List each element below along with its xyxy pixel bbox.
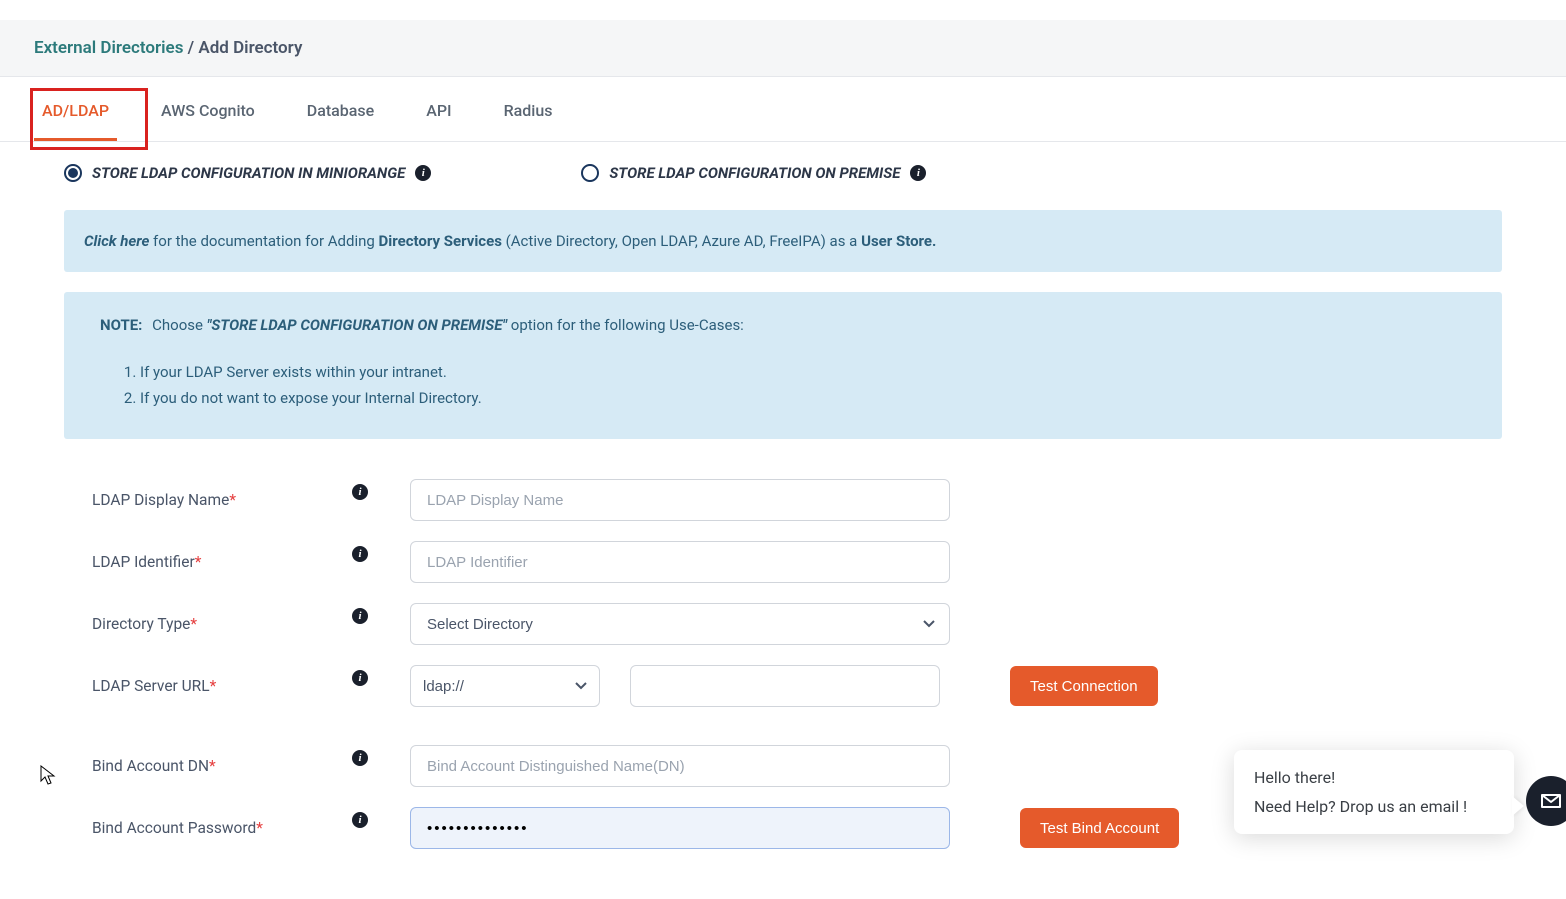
input-server-url[interactable]	[630, 665, 940, 707]
input-bind-password[interactable]	[410, 807, 950, 849]
note-box: NOTE: Choose "STORE LDAP CONFIGURATION O…	[64, 292, 1502, 439]
info-icon[interactable]: i	[352, 484, 368, 500]
test-bind-account-button[interactable]: Test Bind Account	[1020, 808, 1179, 848]
documentation-alert: Click here for the documentation for Add…	[64, 210, 1502, 272]
label-bind-password: Bind Account Password	[92, 819, 256, 837]
label-identifier: LDAP Identifier	[92, 553, 195, 571]
doc-link[interactable]: Click here	[84, 232, 149, 250]
radio-icon	[581, 164, 599, 182]
note-label: NOTE:	[100, 316, 142, 334]
breadcrumb: External Directories / Add Directory	[34, 38, 1532, 58]
note-item: If your LDAP Server exists within your i…	[140, 360, 1466, 386]
info-icon[interactable]: i	[352, 670, 368, 686]
info-icon[interactable]: i	[910, 165, 926, 181]
chat-greeting: Hello there!	[1254, 768, 1494, 787]
tab-adldap[interactable]: AD/LDAP	[34, 77, 117, 141]
note-list: If your LDAP Server exists within your i…	[140, 360, 1466, 411]
input-identifier[interactable]	[410, 541, 950, 583]
radio-label: STORE LDAP CONFIGURATION IN MINIORANGE	[92, 164, 405, 182]
label-display-name: LDAP Display Name	[92, 491, 229, 509]
note-item: If you do not want to expose your Intern…	[140, 386, 1466, 412]
test-connection-button[interactable]: Test Connection	[1010, 666, 1158, 706]
label-directory-type: Directory Type	[92, 615, 190, 633]
info-icon[interactable]: i	[415, 165, 431, 181]
select-directory-type[interactable]: Select Directory	[410, 603, 950, 645]
tab-radius[interactable]: Radius	[496, 77, 561, 141]
radio-icon	[64, 164, 82, 182]
input-display-name[interactable]	[410, 479, 950, 521]
radio-store-miniorange[interactable]: STORE LDAP CONFIGURATION IN MINIORANGE i	[64, 164, 431, 182]
info-icon[interactable]: i	[352, 750, 368, 766]
info-icon[interactable]: i	[352, 608, 368, 624]
breadcrumb-sep: /	[188, 38, 194, 58]
chat-help-popup[interactable]: Hello there! Need Help? Drop us an email…	[1234, 750, 1514, 834]
info-icon[interactable]: i	[352, 812, 368, 828]
tab-bar: AD/LDAP AWS Cognito Database API Radius	[0, 77, 1566, 142]
tab-api[interactable]: API	[418, 77, 459, 141]
chat-help-text: Need Help? Drop us an email !	[1254, 797, 1494, 816]
tab-database[interactable]: Database	[299, 77, 382, 141]
tab-aws-cognito[interactable]: AWS Cognito	[153, 77, 263, 141]
breadcrumb-current: Add Directory	[198, 38, 302, 58]
input-bind-dn[interactable]	[410, 745, 950, 787]
label-bind-dn: Bind Account DN	[92, 757, 209, 775]
breadcrumb-link[interactable]: External Directories	[34, 38, 183, 58]
label-server-url: LDAP Server URL	[92, 677, 210, 695]
select-protocol[interactable]: ldap://	[410, 665, 600, 707]
info-icon[interactable]: i	[352, 546, 368, 562]
radio-label: STORE LDAP CONFIGURATION ON PREMISE	[609, 164, 900, 182]
radio-store-onpremise[interactable]: STORE LDAP CONFIGURATION ON PREMISE i	[581, 164, 926, 182]
